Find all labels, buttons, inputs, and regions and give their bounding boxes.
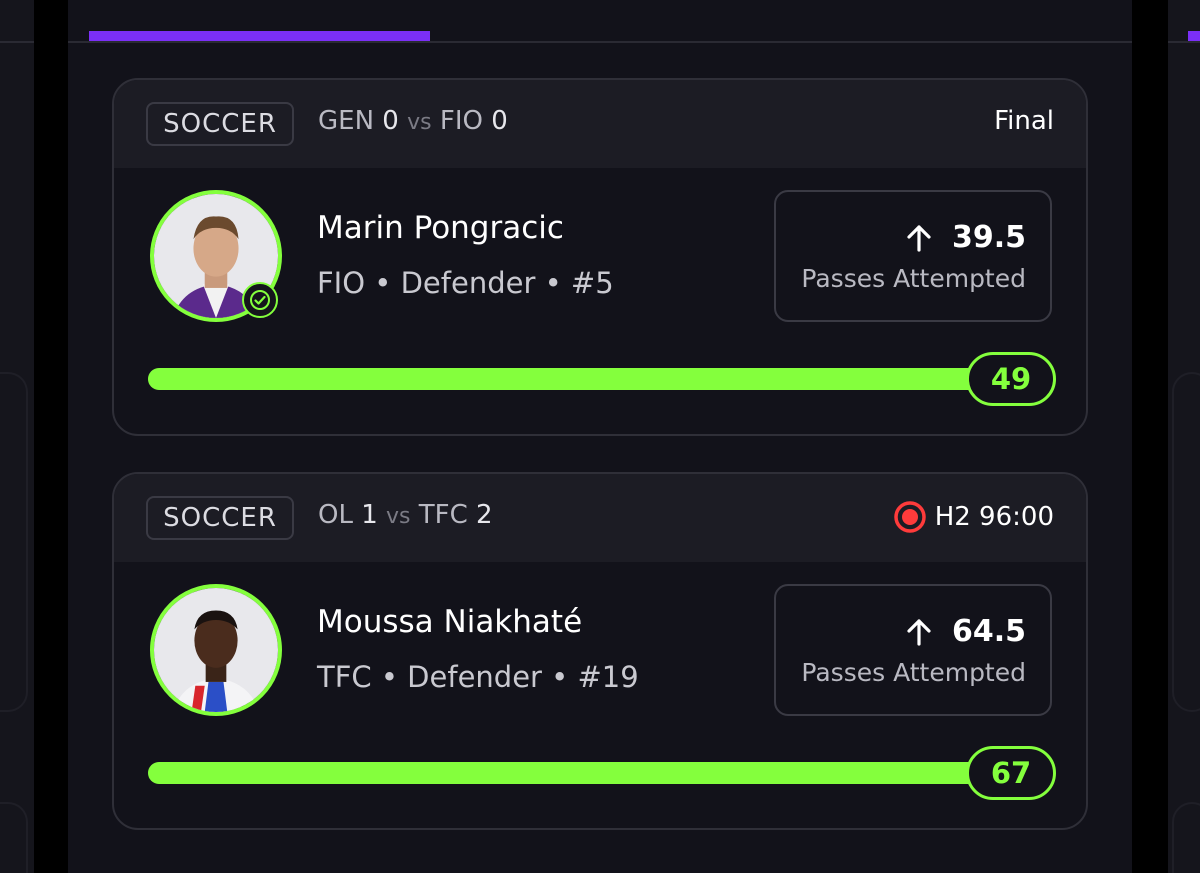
matchup: OL 1 vs TFC 2 [318, 500, 493, 530]
matchup: GEN 0 vs FIO 0 [318, 106, 508, 136]
stat-type: Passes Attempted [801, 264, 1026, 293]
player-name: Moussa Niakhaté [317, 604, 583, 640]
pick-card[interactable]: SOCCER GEN 0 vs FIO 0 Final Marin Pongra… [112, 78, 1088, 436]
progress-fill [148, 762, 1018, 784]
background-left-card [0, 372, 28, 712]
home-score: 0 [382, 106, 399, 136]
tab-divider [68, 41, 1132, 43]
projection-box[interactable]: 39.5 Passes Attempted [774, 190, 1052, 322]
home-team: OL [318, 500, 353, 530]
background-right-card [1172, 372, 1200, 712]
line-value: 39.5 [951, 220, 1026, 255]
player-meta: FIO • Defender • #5 [317, 266, 614, 300]
card-header: SOCCER GEN 0 vs FIO 0 Final [114, 80, 1086, 168]
away-score: 2 [476, 500, 493, 530]
arrow-up-icon [904, 223, 934, 253]
background-right-divider [1168, 41, 1200, 43]
home-score: 1 [361, 500, 378, 530]
line-value: 64.5 [951, 614, 1026, 649]
vs-label: vs [407, 110, 432, 135]
home-team: GEN [318, 106, 375, 136]
result-pill: 49 [966, 352, 1056, 406]
active-tab-indicator[interactable] [89, 31, 430, 41]
away-score: 0 [491, 106, 508, 136]
sport-badge: SOCCER [146, 496, 294, 540]
background-left-card [0, 802, 28, 873]
arrow-up-icon [904, 617, 934, 647]
projection-line: 64.5 [904, 614, 1026, 649]
game-status-text: Final [994, 106, 1054, 136]
pick-card[interactable]: SOCCER OL 1 vs TFC 2 H2 96:00 Moussa Nia… [112, 472, 1088, 830]
live-indicator-icon [893, 500, 927, 534]
result-pill: 67 [966, 746, 1056, 800]
vs-label: vs [386, 504, 411, 529]
stat-type: Passes Attempted [801, 658, 1026, 687]
game-status: H2 96:00 [893, 500, 1054, 534]
progress-fill [148, 368, 1018, 390]
player-name: Marin Pongracic [317, 210, 564, 246]
card-header: SOCCER OL 1 vs TFC 2 H2 96:00 [114, 474, 1086, 562]
progress-track [148, 368, 1018, 390]
background-left-divider [0, 41, 34, 43]
player-meta: TFC • Defender • #19 [317, 660, 639, 694]
game-status: Final [994, 106, 1054, 136]
away-team: TFC [418, 500, 468, 530]
projection-line: 39.5 [904, 220, 1026, 255]
background-right-card [1172, 802, 1200, 873]
away-team: FIO [439, 106, 483, 136]
game-status-text: H2 96:00 [934, 502, 1054, 532]
projection-box[interactable]: 64.5 Passes Attempted [774, 584, 1052, 716]
sport-badge: SOCCER [146, 102, 294, 146]
player-avatar-icon [150, 584, 282, 716]
progress-track [148, 762, 1018, 784]
background-right-tab-indicator [1188, 31, 1200, 41]
verified-check-icon [242, 282, 278, 318]
